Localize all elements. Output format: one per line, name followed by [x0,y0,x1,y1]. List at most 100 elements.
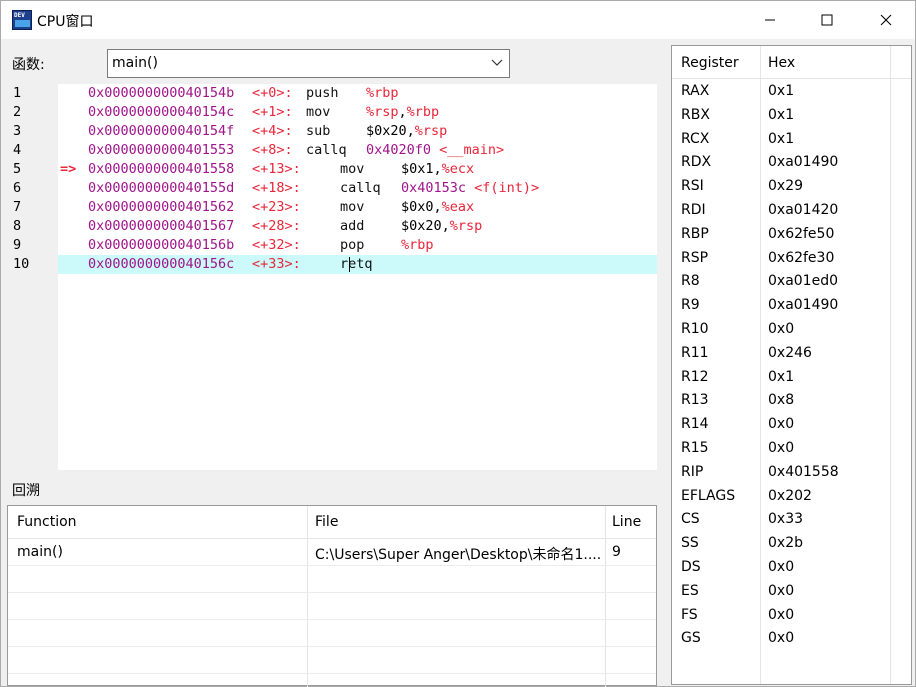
function-select-value: main() [112,55,158,71]
instruction-address: 0x000000000040156b [88,237,235,253]
register-row[interactable]: R15 0x0 [672,436,911,460]
instruction-mnemonic: callq [306,142,347,158]
register-name: RDX [681,154,712,171]
instruction-address: 0x000000000040154f [88,123,235,139]
instruction-offset: <+1>: [252,104,293,120]
cpu-window: DEV CPU窗口 函数: main() 1 0x000000000040154b… [0,0,916,687]
backtrace-header-file[interactable]: File [315,514,338,530]
instruction-operands: $0x0,%eax [401,198,474,217]
operand-token: %eax [441,199,475,215]
instruction-mnemonic: mov [306,104,331,120]
register-row[interactable]: RIP 0x401558 [672,460,911,484]
disassembly-line[interactable]: 9 0x000000000040156b <+32>: pop %rbp [10,236,657,255]
disassembly-view[interactable]: 1 0x000000000040154b <+0>: push %rbp 2 0x00000… [10,84,657,470]
register-row[interactable]: RBX 0x1 [672,103,911,127]
registers-table[interactable]: Register Hex RAX 0x1 RBX 0x1 RCX 0x1 RDX 0xa014… [671,45,912,685]
register-row[interactable]: R10 0x0 [672,317,911,341]
register-value: 0x0 [768,416,795,433]
backtrace-cell-line: 9 [612,544,621,560]
disassembly-line[interactable]: 10 0x000000000040156c <+33>: retq [10,255,657,274]
minimize-button[interactable] [741,1,799,39]
instruction-mnemonic: mov [340,199,365,215]
disassembly-line[interactable]: 6 0x000000000040155d <+18>: callq 0x40153c <… [10,179,657,198]
disassembly-line[interactable]: 7 0x0000000000401562 <+23>: mov $0x0,%eax [10,198,657,217]
register-value: 0x1 [768,130,795,147]
register-row[interactable]: RSI 0x29 [672,174,911,198]
maximize-button[interactable] [798,1,856,39]
register-row[interactable]: R8 0xa01ed0 [672,269,911,293]
backtrace-header-line[interactable]: Line [612,514,641,530]
disassembly-line[interactable]: 8 0x0000000000401567 <+28>: add $0x20,%rsp [10,217,657,236]
disassembly-line[interactable]: 4 0x0000000000401553 <+8>: callq 0x4020f0 <_… [10,141,657,160]
register-row[interactable]: R9 0xa01490 [672,293,911,317]
close-button[interactable] [857,1,915,39]
register-row[interactable]: R13 0x8 [672,388,911,412]
register-row[interactable]: EFLAGS 0x202 [672,484,911,508]
register-row[interactable]: FS 0x0 [672,603,911,627]
register-value: 0x401558 [768,463,839,480]
register-name: ES [681,582,699,599]
operand-token: %rbp [366,85,399,101]
operand-token: , [398,104,407,120]
register-row[interactable]: R12 0x1 [672,365,911,389]
line-number: 3 [13,123,22,139]
instruction-mnemonic: sub [306,123,331,139]
register-value: 0x0 [768,559,795,575]
operand-token: <f(int)> [474,180,540,196]
instruction-offset: <+0>: [252,85,293,101]
register-value: 0x62fe30 [768,249,835,266]
register-row[interactable]: R11 0x246 [672,341,911,365]
register-row[interactable]: R14 0x0 [672,412,911,436]
backtrace-table[interactable]: Function File Line main() C:\Users\Super… [7,505,657,687]
instruction-offset: <+32>: [252,237,301,253]
register-row[interactable]: RSP 0x62fe30 [672,246,911,270]
register-row[interactable]: RDX 0xa01490 [672,150,911,174]
register-value: 0x1 [768,106,795,123]
register-row[interactable]: RBP 0x62fe50 [672,222,911,246]
register-row[interactable]: DS 0x0 [672,555,911,579]
register-name: DS [681,559,701,575]
function-select[interactable]: main() [107,49,510,78]
operand-token: %rsp [449,218,483,234]
register-row[interactable]: ES 0x0 [672,579,911,603]
registers-header-hex[interactable]: Hex [768,55,795,71]
register-value: 0x0 [768,630,795,647]
minimize-icon [765,19,775,21]
backtrace-header-function[interactable]: Function [17,514,77,530]
disassembly-line[interactable]: 3 0x000000000040154f <+4>: sub $0x20,%rsp [10,122,657,141]
register-row[interactable]: RAX 0x1 [672,79,911,103]
disassembly-line[interactable]: 5 => 0x0000000000401558 <+13>: mov $0x1,%ecx [10,160,657,179]
backtrace-row-empty [8,566,656,593]
register-name: R11 [681,344,709,361]
register-row[interactable]: RDI 0xa01420 [672,198,911,222]
register-name: RSP [681,249,709,266]
line-number: 7 [13,199,22,215]
register-row[interactable]: RCX 0x1 [672,127,911,151]
register-value: 0x202 [768,487,812,504]
line-number: 6 [13,180,22,196]
register-row[interactable]: SS 0x2b [672,531,911,555]
register-name: R13 [681,392,709,409]
register-name: RBP [681,225,709,242]
register-name: RBX [681,106,710,123]
backtrace-label: 回溯 [12,483,40,499]
register-value: 0x0 [768,582,795,599]
title-bar[interactable]: DEV CPU窗口 [1,1,915,39]
operand-token: %rsp [414,123,448,139]
register-name: RDI [681,202,706,218]
text-cursor [349,257,350,272]
instruction-operands: $0x1,%ecx [401,160,474,179]
instruction-address: 0x000000000040156c [88,256,235,272]
registers-header-register[interactable]: Register [681,55,739,71]
register-name: RIP [681,463,704,480]
instruction-address: 0x0000000000401553 [88,142,235,158]
instruction-address: 0x000000000040155d [88,180,235,196]
backtrace-row[interactable]: main() C:\Users\Super Anger\Desktop\未命名1… [8,539,656,566]
register-name: RAX [681,83,710,99]
register-row[interactable]: CS 0x33 [672,507,911,531]
disassembly-line[interactable]: 2 0x000000000040154c <+1>: mov %rsp,%rbp [10,103,657,122]
register-row[interactable]: GS 0x0 [672,626,911,650]
register-value: 0x0 [768,606,795,623]
operand-token: 0x4020f0 [366,142,440,158]
disassembly-line[interactable]: 1 0x000000000040154b <+0>: push %rbp [10,84,657,103]
